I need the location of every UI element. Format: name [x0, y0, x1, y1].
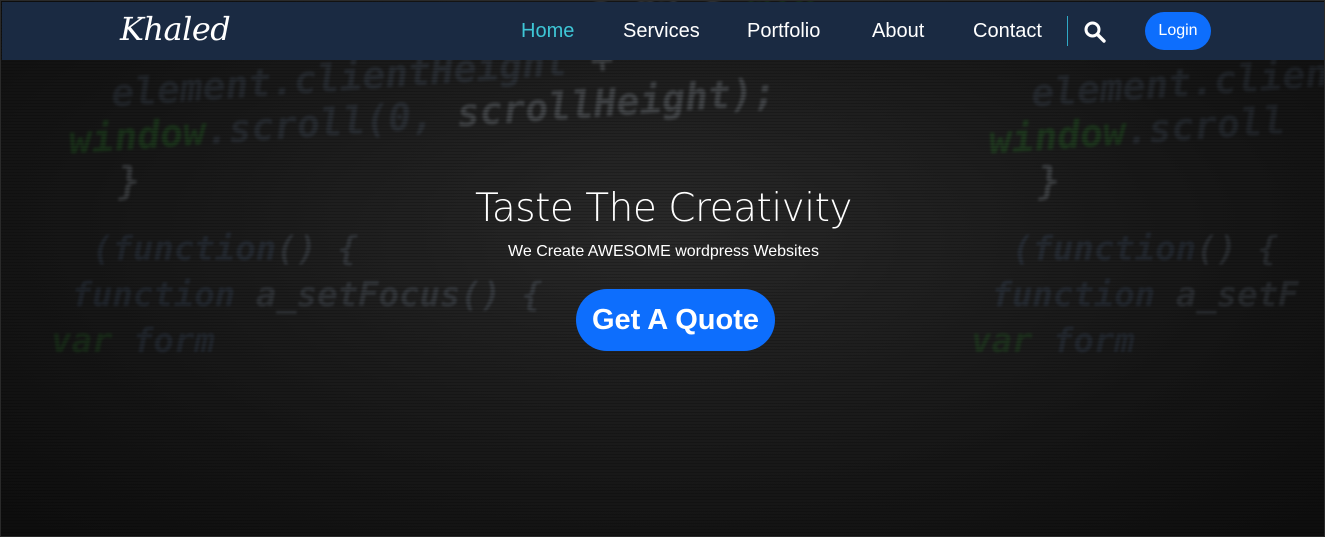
hero-background: var scrollHeight + 0.02 * win element.cl…: [1, 1, 1324, 536]
get-a-quote-button[interactable]: Get A Quote: [576, 289, 775, 351]
page-frame: var scrollHeight + 0.02 * win element.cl…: [0, 0, 1325, 537]
nav-divider: [1067, 16, 1068, 46]
search-icon[interactable]: [1083, 20, 1107, 44]
nav-link-about[interactable]: About: [872, 20, 924, 43]
nav-link-portfolio[interactable]: Portfolio: [747, 20, 820, 43]
background-scanlines: [1, 1, 1324, 536]
nav-link-services[interactable]: Services: [623, 20, 700, 43]
nav-link-contact[interactable]: Contact: [973, 20, 1042, 43]
hero-title: Taste The Creativity: [475, 186, 852, 231]
nav-link-home[interactable]: Home: [521, 20, 574, 43]
top-navbar: Khaled Home Services Portfolio About Con…: [2, 2, 1324, 60]
hero-subtitle: We Create AWESOME wordpress Websites: [508, 243, 819, 260]
brand-logo[interactable]: Khaled: [120, 10, 231, 48]
login-button[interactable]: Login: [1145, 12, 1211, 50]
